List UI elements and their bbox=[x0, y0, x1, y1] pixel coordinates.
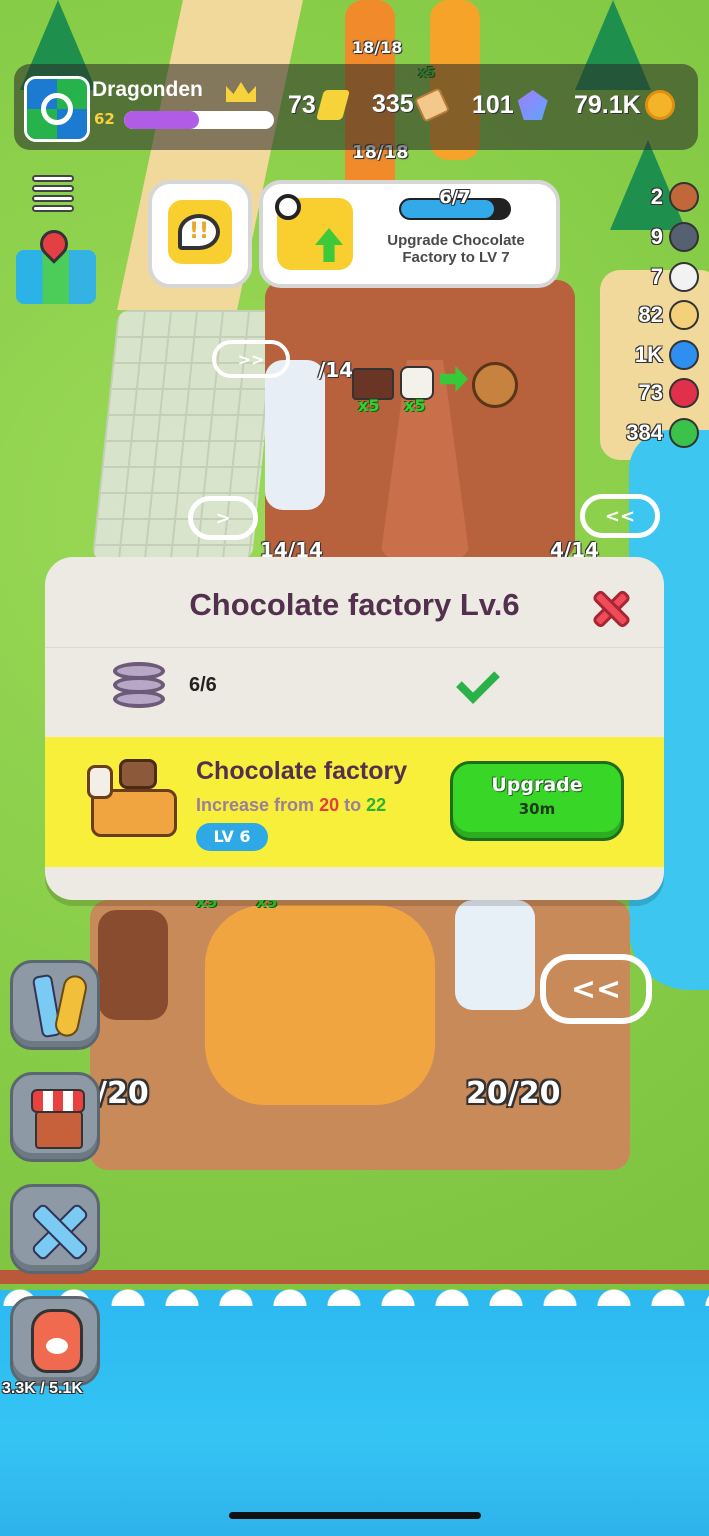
close-button[interactable] bbox=[591, 589, 631, 629]
quest-progress-text: 6/7 bbox=[439, 187, 471, 208]
market-stall-icon bbox=[31, 1089, 85, 1113]
resource-value: 335 bbox=[372, 90, 414, 118]
check-icon bbox=[456, 660, 500, 704]
upgrade-modal: Chocolate factory Lv.6 6/6 Chocolate fac… bbox=[45, 557, 664, 900]
resource-gems[interactable]: 101 bbox=[472, 90, 548, 120]
cookie-icon bbox=[472, 362, 518, 408]
inventory-count: 82 bbox=[638, 302, 663, 327]
storage-counter: 20/20 bbox=[466, 1076, 561, 1111]
wheat-icon bbox=[52, 973, 90, 1039]
player-name: Dragonden bbox=[92, 78, 203, 101]
inventory-item[interactable]: 73 bbox=[639, 378, 699, 408]
inventory-count: 2 bbox=[650, 184, 663, 209]
level-badge: LV 6 bbox=[196, 823, 268, 851]
spring-icon bbox=[107, 656, 171, 714]
cotton-icon bbox=[669, 262, 699, 292]
shop-button[interactable] bbox=[10, 1072, 100, 1162]
inventory-item[interactable]: 2 bbox=[651, 182, 699, 212]
ruby-icon bbox=[669, 378, 699, 408]
factory-upgrade-icon bbox=[275, 194, 353, 270]
upgrade-item-name: Chocolate factory bbox=[196, 757, 408, 785]
knot-emblem-icon bbox=[41, 93, 73, 125]
inventory-count: 73 bbox=[638, 380, 663, 405]
combat-farming-button[interactable] bbox=[10, 960, 100, 1050]
tower-counter: 18/18 bbox=[352, 38, 403, 57]
inventory-item[interactable]: 384 bbox=[626, 418, 699, 448]
from-value: 20 bbox=[319, 795, 340, 815]
cocoa-stack bbox=[98, 910, 168, 1020]
player-avatar[interactable] bbox=[24, 76, 90, 142]
inventory-count: 1K bbox=[634, 342, 663, 367]
battle-button[interactable] bbox=[10, 1184, 100, 1274]
desc-mid: to bbox=[339, 795, 367, 815]
conveyor-arrow: > bbox=[188, 496, 258, 540]
market-counter-icon bbox=[35, 1111, 83, 1149]
emerald-icon bbox=[669, 418, 699, 448]
upgrade-description: Increase from 20 to 22 bbox=[196, 795, 386, 816]
notifications-button[interactable]: !! bbox=[148, 180, 252, 288]
upgrade-button-label: Upgrade bbox=[491, 774, 583, 796]
resource-tickets[interactable]: 73 bbox=[288, 90, 350, 120]
top-hud: Dragonden 62 73 335 101 79.1K bbox=[14, 64, 698, 150]
milk-counter: /14 bbox=[318, 358, 354, 382]
inventory-item[interactable]: 82 bbox=[639, 300, 699, 330]
bag-capacity: 3.3K / 5.1K bbox=[2, 1380, 83, 1397]
scroll-icon bbox=[413, 86, 450, 123]
upgrade-time: 30m bbox=[518, 800, 556, 818]
inventory-count: 9 bbox=[650, 224, 663, 249]
requirement-row: 6/6 bbox=[45, 647, 664, 738]
milk-bottle-icon bbox=[400, 366, 434, 400]
quest-card[interactable]: 6/7 Upgrade Chocolate Factory to LV 7 bbox=[259, 180, 560, 288]
inventory-count: 384 bbox=[626, 420, 663, 445]
modal-title: Chocolate factory Lv.6 bbox=[189, 587, 520, 622]
desc-prefix: Increase from bbox=[196, 795, 320, 815]
map-button[interactable] bbox=[16, 224, 96, 304]
input-multiplier: x5 bbox=[404, 396, 426, 415]
gem-icon bbox=[517, 90, 548, 120]
conveyor-arrow: << bbox=[540, 954, 652, 1024]
resource-value: 79.1K bbox=[574, 90, 641, 119]
requirement-count: 6/6 bbox=[189, 674, 217, 696]
home-indicator[interactable] bbox=[229, 1512, 481, 1519]
upgrade-button[interactable]: Upgrade 30m bbox=[450, 761, 624, 841]
alert-bubble-icon: !! bbox=[178, 214, 220, 250]
inventory-item[interactable]: 9 bbox=[651, 222, 699, 252]
blue-crystal-icon bbox=[669, 340, 699, 370]
resource-coins[interactable]: 79.1K bbox=[574, 90, 675, 120]
sea bbox=[0, 1290, 709, 1536]
crown-icon[interactable] bbox=[226, 82, 256, 102]
coin-icon bbox=[644, 90, 675, 120]
resource-scrolls[interactable]: 335 bbox=[372, 86, 450, 123]
lower-milk-stack bbox=[455, 900, 535, 1010]
to-value: 22 bbox=[366, 795, 387, 815]
list-menu-icon[interactable] bbox=[32, 172, 74, 212]
conveyor-arrow: >> bbox=[212, 340, 290, 378]
notification-panel: !! bbox=[168, 200, 232, 264]
player-level: 62 bbox=[94, 110, 115, 128]
quest-description: Upgrade Chocolate Factory to LV 7 bbox=[387, 232, 525, 266]
resource-value: 73 bbox=[288, 90, 316, 119]
lower-factory-barrel bbox=[205, 905, 435, 1105]
ticket-icon bbox=[315, 90, 350, 120]
backpack-button[interactable] bbox=[10, 1296, 100, 1386]
input-multiplier: x5 bbox=[358, 396, 380, 415]
conveyor-arrow: << bbox=[580, 494, 660, 538]
inventory-count: 7 bbox=[650, 264, 663, 289]
inventory-item[interactable]: 7 bbox=[651, 262, 699, 292]
pot-icon bbox=[669, 222, 699, 252]
storage-counter: /20 bbox=[96, 1076, 149, 1111]
inventory-item[interactable]: 1K bbox=[635, 340, 699, 370]
magnifier-icon bbox=[275, 194, 301, 220]
resource-value: 101 bbox=[472, 90, 514, 119]
upgrade-row: Chocolate factory Increase from 20 to 22… bbox=[45, 737, 664, 867]
cocoa-bean-icon bbox=[669, 182, 699, 212]
egg-icon bbox=[669, 300, 699, 330]
backpack-icon bbox=[31, 1309, 83, 1373]
shore-foam bbox=[0, 1276, 709, 1306]
chocolate-factory-icon bbox=[81, 759, 191, 847]
xp-bar bbox=[124, 111, 274, 129]
upgrade-arrow-icon bbox=[315, 228, 343, 262]
xp-bar-fill bbox=[124, 111, 199, 129]
milk-stack bbox=[265, 360, 325, 510]
